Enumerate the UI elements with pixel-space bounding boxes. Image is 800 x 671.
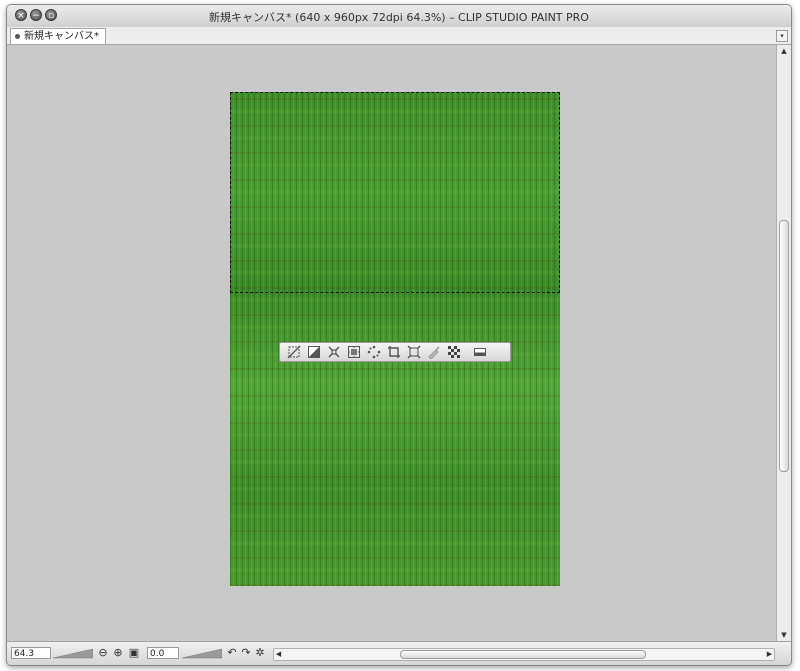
settings-icon[interactable] <box>472 344 488 360</box>
invert-selection-icon[interactable] <box>306 344 322 360</box>
tab-label: 新規キャンバス* <box>24 31 99 42</box>
tab-canvas[interactable]: 新規キャンバス* <box>10 28 106 44</box>
transform-icon[interactable] <box>406 344 422 360</box>
rotation-slider[interactable] <box>182 647 222 659</box>
vertical-scroll-thumb[interactable] <box>779 220 789 472</box>
horizontal-scroll-thumb[interactable] <box>400 650 646 659</box>
window-title: 新規キャンバス* (640 x 960px 72dpi 64.3%) – CLI… <box>209 11 589 24</box>
scroll-up-arrow-icon[interactable]: ▲ <box>779 47 789 56</box>
shrink-selection-icon[interactable] <box>326 344 342 360</box>
vertical-scrollbar[interactable]: ▲ ▼ <box>776 45 791 642</box>
rotation-angle-field[interactable]: 0.0 <box>147 647 179 659</box>
tab-dot-icon <box>15 33 20 39</box>
fit-icon[interactable]: ▣ <box>128 646 140 660</box>
zoom-out-icon[interactable]: ⊖ <box>97 646 109 660</box>
fill-icon[interactable] <box>426 344 442 360</box>
reset-rotation-icon[interactable]: ✲ <box>254 646 266 660</box>
deselect-icon[interactable] <box>286 344 302 360</box>
expand-selection-icon[interactable] <box>346 344 362 360</box>
canvas-workarea[interactable] <box>7 45 776 642</box>
expand-border-icon[interactable] <box>366 344 382 360</box>
selection-marquee[interactable] <box>230 92 560 293</box>
canvas-window: × − ▫ 新規キャンバス* (640 x 960px 72dpi 64.3%)… <box>6 4 792 666</box>
zoom-in-icon[interactable]: ⊕ <box>112 646 124 660</box>
tab-bar: 新規キャンバス* ▾ <box>7 27 791 45</box>
rotate-right-icon[interactable]: ↷ <box>240 646 252 660</box>
rotate-left-icon[interactable]: ↶ <box>226 646 238 660</box>
zoom-slider[interactable] <box>53 647 93 659</box>
zoom-value-field[interactable]: 64.3 <box>11 647 51 659</box>
scroll-down-arrow-icon[interactable]: ▼ <box>779 631 789 640</box>
canvas-image[interactable] <box>230 92 560 586</box>
scroll-right-arrow-icon[interactable]: ▶ <box>765 649 774 660</box>
selection-launcher-toolbar <box>279 342 511 362</box>
tab-menu-icon[interactable]: ▾ <box>776 30 788 42</box>
scroll-left-arrow-icon[interactable]: ◀ <box>274 649 283 660</box>
crop-icon[interactable] <box>386 344 402 360</box>
horizontal-scrollbar[interactable]: ◀ ▶ <box>273 648 775 661</box>
tone-icon[interactable] <box>446 344 462 360</box>
status-bar: 64.3 ⊖ ⊕ ▣ 0.0 ↶ ↷ ✲ ◀ ▶ <box>7 641 791 665</box>
title-bar[interactable]: × − ▫ 新規キャンバス* (640 x 960px 72dpi 64.3%)… <box>7 5 791 28</box>
